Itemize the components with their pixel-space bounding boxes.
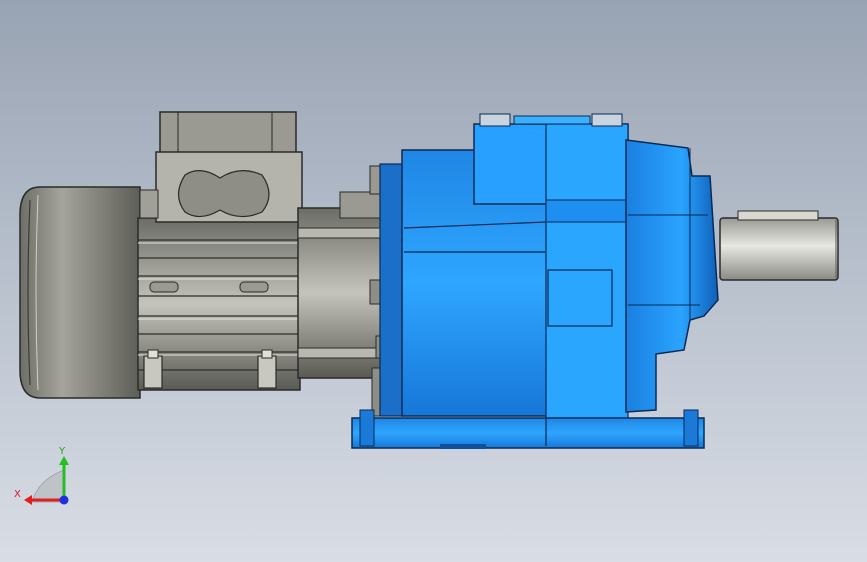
gearbox-housing xyxy=(379,113,629,445)
y-axis-label: Y xyxy=(58,446,66,457)
x-arrow-head-icon xyxy=(24,495,32,505)
triad-plane-icon xyxy=(31,469,65,503)
terminal-box xyxy=(139,111,303,223)
motor-end-cap xyxy=(19,186,141,399)
gear-motor-model[interactable] xyxy=(0,0,867,562)
motor-flange xyxy=(297,165,393,417)
z-axis-dot-icon xyxy=(59,495,69,505)
cad-viewport[interactable]: Y X xyxy=(0,0,867,562)
output-bearing-housing xyxy=(625,139,719,413)
y-arrow-head-icon xyxy=(59,456,69,465)
motor-bolt-left xyxy=(143,349,163,389)
x-axis-label: X xyxy=(14,489,21,500)
axis-triad: Y X xyxy=(14,446,69,505)
output-shaft xyxy=(719,210,839,281)
motor-bolt-right xyxy=(257,349,277,389)
